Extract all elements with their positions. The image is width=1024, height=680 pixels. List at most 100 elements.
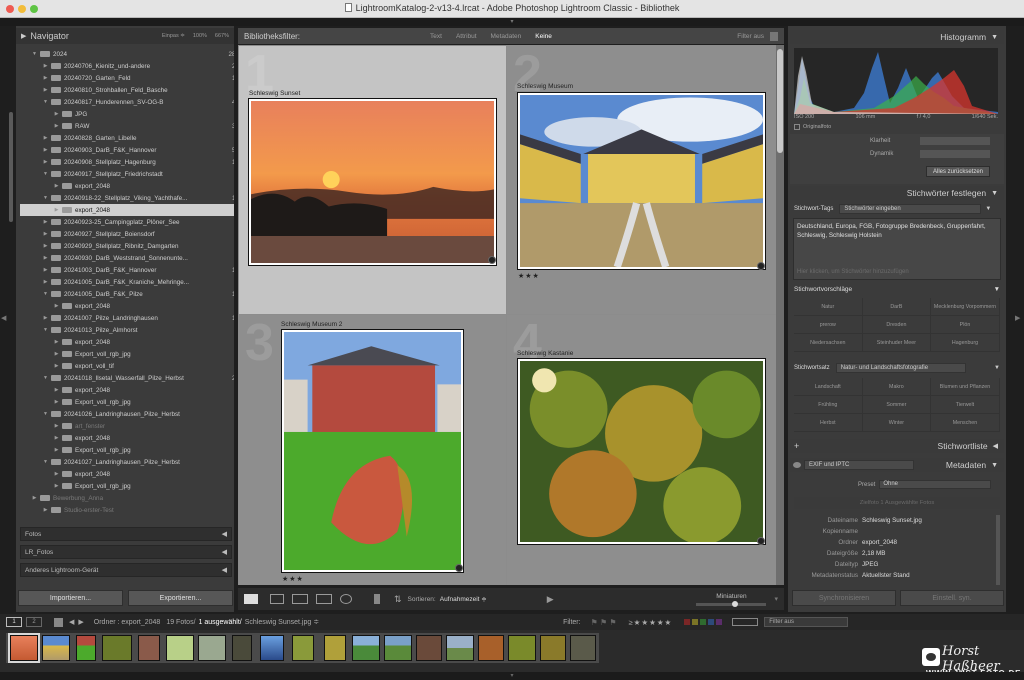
collapsed-triangle-icon[interactable]: ▶: [42, 315, 49, 321]
collapsed-triangle-icon[interactable]: ▶: [53, 471, 60, 477]
grid-scrollbar[interactable]: [776, 45, 784, 585]
folder-row[interactable]: ▶ 20240720_Garten_Feld 1407: [20, 72, 234, 84]
navigator-zoom-fit[interactable]: Einpas ≑: [162, 33, 185, 39]
filmstrip-thumb[interactable]: [416, 635, 442, 661]
keyword-list-header[interactable]: + Stichwortliste ◀: [790, 439, 1004, 453]
filmstrip-thumb[interactable]: [42, 635, 70, 661]
toolbar-menu-icon[interactable]: ▾: [774, 595, 778, 603]
keyword-suggestion[interactable]: Mecklenburg Vorpommern: [931, 298, 1000, 316]
folder-row[interactable]: ▼ 2024 28864: [20, 48, 234, 60]
folder-row[interactable]: ▶ Export_voll_rgb_jpg 7: [20, 348, 234, 360]
metadata-header[interactable]: EXIF und IPTC Metadaten ▼: [790, 458, 1004, 472]
collapsed-triangle-icon[interactable]: ▶: [53, 399, 60, 405]
filmstrip-thumb[interactable]: [138, 635, 160, 661]
navigator-zoom-100[interactable]: 100%: [193, 33, 207, 39]
collapsed-triangle-icon[interactable]: ▶: [53, 303, 60, 309]
collapsed-triangle-icon[interactable]: ▶: [42, 135, 49, 141]
photo-schleswig-sunset[interactable]: [248, 98, 497, 266]
left-panel-scrollbar[interactable]: [9, 112, 13, 222]
star-filter-icons[interactable]: ≥★★★★★: [629, 618, 673, 627]
filmstrip-thumb[interactable]: [232, 635, 252, 661]
collapsed-triangle-icon[interactable]: ▶: [53, 207, 60, 213]
filmstrip-thumb[interactable]: [384, 635, 412, 661]
play-icon[interactable]: ▶: [547, 594, 554, 605]
keyword-suggestion[interactable]: Hagenburg: [931, 334, 1000, 352]
folder-row[interactable]: ▶ JPG 272: [20, 108, 234, 120]
keyword-suggestion[interactable]: prerow: [794, 316, 863, 334]
collapsed-triangle-icon[interactable]: ▶: [42, 255, 49, 261]
collapsed-triangle-icon[interactable]: ▶: [53, 111, 60, 117]
sync-settings-button[interactable]: Einstell. syn.: [900, 590, 1004, 606]
collection-header[interactable]: Anderes Lightroom-Gerät ◀: [20, 563, 232, 577]
grid-cell-4[interactable]: 4 Schleswig Kastanie: [507, 315, 776, 585]
expanded-triangle-icon[interactable]: ▼: [42, 375, 49, 381]
preset-dropdown[interactable]: Ohne: [879, 480, 992, 489]
folder-row[interactable]: ▶ 20241007_Pilze_Landringhausen 1478: [20, 312, 234, 324]
keyword-suggestion[interactable]: Sommer: [862, 396, 932, 414]
bottom-panel-toggle[interactable]: ▾: [0, 672, 1024, 680]
metadata-value[interactable]: Schleswig Sunset.jpg: [862, 517, 922, 524]
folder-row[interactable]: ▼ 20241027_Landringhausen_Pilze_Herbst 571: [20, 456, 234, 468]
folder-row[interactable]: ▼ 20240918-22_Stellplatz_Viking_Yachthafe…: [20, 192, 234, 204]
color-label-filter[interactable]: [684, 619, 723, 625]
collapsed-triangle-icon[interactable]: ▶: [53, 447, 60, 453]
keyword-suggestion[interactable]: Menschen: [931, 414, 1000, 432]
filmstrip-thumb[interactable]: [76, 635, 96, 661]
lock-icon[interactable]: [770, 31, 778, 41]
target-photo-toggle[interactable]: Zielfoto 1 Ausgewählte Fotos: [794, 497, 1000, 509]
filmstrip-thumb[interactable]: [260, 635, 284, 661]
folder-row[interactable]: ▶ art_fenster: [20, 420, 234, 432]
folder-row[interactable]: ▶ 20240929_Stellplatz_Ribnitz_Damgarten 34…: [20, 240, 234, 252]
people-view-icon[interactable]: [340, 594, 352, 604]
collapsed-triangle-icon[interactable]: ▶: [53, 363, 60, 369]
collapsed-triangle-icon[interactable]: ▶: [42, 63, 49, 69]
expanded-triangle-icon[interactable]: ▼: [42, 291, 49, 297]
collapsed-triangle-icon[interactable]: ▶: [53, 435, 60, 441]
folder-row[interactable]: ▶ export_2048 19: [20, 204, 234, 216]
keyword-suggestion[interactable]: Dresden: [862, 316, 932, 334]
keyword-suggestion[interactable]: Natur: [794, 298, 863, 316]
collapsed-triangle-icon[interactable]: ▶: [42, 147, 49, 153]
filmstrip-thumb[interactable]: [166, 635, 194, 661]
folder-row[interactable]: ▶ export_2048 2: [20, 468, 234, 480]
folder-row[interactable]: ▶ export_2048 4: [20, 180, 234, 192]
left-panel-toggle-icon[interactable]: ◀: [1, 314, 6, 322]
folder-row[interactable]: ▶ 20240923-25_Campingplatz_Plöner_See 738: [20, 216, 234, 228]
folder-row[interactable]: ▶ export_2048 2: [20, 300, 234, 312]
filter-off-dropdown[interactable]: Filter aus: [737, 33, 764, 40]
collapse-triangle-icon[interactable]: ▼: [994, 286, 1000, 296]
grid-icon[interactable]: [54, 617, 63, 627]
sort-direction-icon[interactable]: ⇅: [394, 594, 402, 605]
collapsed-triangle-icon[interactable]: ▶: [53, 423, 60, 429]
slider-knob[interactable]: [732, 600, 739, 607]
folder-row[interactable]: ▶ 20240927_Stellplatz_Boiensdorf 27: [20, 228, 234, 240]
collapsed-triangle-icon[interactable]: ▶: [42, 219, 49, 225]
filter-none-tab[interactable]: Keine: [535, 33, 552, 40]
flag-filter-icons[interactable]: ⚑ ⚑ ⚑: [591, 618, 617, 627]
folder-row[interactable]: ▼ 20240817_Hunderennen_SV-OG-B 4198: [20, 96, 234, 108]
folder-row[interactable]: ▶ 20240828_Garten_Libelle 863: [20, 132, 234, 144]
filter-attribute-tab[interactable]: Attribut: [456, 33, 477, 40]
filmstrip-thumb[interactable]: [292, 635, 314, 661]
top-panel-toggle[interactable]: ▾: [0, 18, 1024, 26]
expanded-triangle-icon[interactable]: ▼: [31, 51, 38, 57]
folder-row[interactable]: ▶ Export_voll_rgb_jpg 3: [20, 396, 234, 408]
folder-row[interactable]: ▶ export_2048 4: [20, 384, 234, 396]
navigator-header[interactable]: ▶ Navigator Einpas ≑ 100% 667%: [16, 28, 234, 44]
keyword-suggestion[interactable]: Tierwelt: [931, 396, 1000, 414]
expanded-triangle-icon[interactable]: ▼: [42, 327, 49, 333]
metadata-value[interactable]: JPEG: [862, 561, 878, 568]
spray-can-icon[interactable]: [374, 594, 380, 604]
import-button[interactable]: Importieren...: [18, 590, 123, 606]
filmstrip-thumb[interactable]: [508, 635, 536, 661]
folder-row[interactable]: ▼ 20241005_DarB_F&K_Pilze 1824: [20, 288, 234, 300]
collapsed-triangle-icon[interactable]: ▶: [42, 507, 49, 513]
collection-header[interactable]: Fotos ◀: [20, 527, 232, 541]
collapsed-triangle-icon[interactable]: ▶: [42, 159, 49, 165]
expanded-triangle-icon[interactable]: ▼: [42, 99, 49, 105]
collapsed-triangle-icon[interactable]: ▶: [31, 495, 38, 501]
grid-cell-1[interactable]: 1 Schleswig Sunset: [239, 46, 506, 314]
collapsed-triangle-icon[interactable]: ▶: [53, 123, 60, 129]
thumbnail-size-slider[interactable]: [696, 600, 767, 607]
second-window-button[interactable]: 2: [26, 617, 42, 627]
